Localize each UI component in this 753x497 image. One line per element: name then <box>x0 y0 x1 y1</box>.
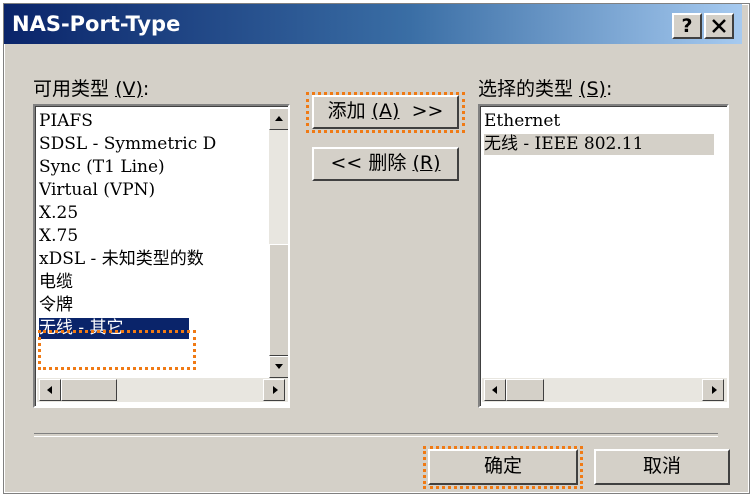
available-list-item[interactable]: SDSL - Symmetric D <box>39 134 265 155</box>
selected-list-item[interactable]: 无线 - IEEE 802.11 <box>484 134 714 155</box>
selected-types-label: 选择的类型 (S): <box>478 78 613 100</box>
available-hscrollbar[interactable] <box>37 378 288 402</box>
scroll-left-button[interactable] <box>484 379 506 401</box>
scroll-right-button[interactable] <box>263 379 285 401</box>
available-vscrollbar[interactable] <box>269 108 288 378</box>
arrow-left-icon <box>492 386 497 394</box>
selected-hscrollbar[interactable] <box>482 378 727 402</box>
close-icon <box>712 19 726 33</box>
ok-button[interactable]: 确定 <box>428 449 578 485</box>
title-bar[interactable]: NAS-Port-Type ? <box>4 4 742 44</box>
available-list-item[interactable]: Virtual (VPN) <box>39 180 265 201</box>
separator <box>34 433 718 437</box>
available-hscroll-thumb[interactable] <box>61 379 117 401</box>
arrow-left-icon <box>47 386 52 394</box>
scroll-left-button[interactable] <box>39 379 61 401</box>
available-list-item[interactable]: 无线 - 其它 <box>39 318 189 339</box>
available-list-item[interactable]: 电缆 <box>39 272 265 293</box>
scroll-up-button[interactable] <box>269 108 288 130</box>
available-list-item[interactable]: 令牌 <box>39 295 265 316</box>
available-list-item[interactable]: PIAFS <box>39 111 265 132</box>
available-vscroll-thumb[interactable] <box>269 244 288 356</box>
arrow-up-icon <box>275 116 283 121</box>
arrow-down-icon <box>275 364 283 369</box>
selected-types-list[interactable]: Ethernet 无线 - IEEE 802.11 <box>478 104 729 408</box>
selected-hscroll-thumb[interactable] <box>506 379 544 401</box>
window-title: NAS-Port-Type <box>12 12 181 36</box>
available-list-item[interactable]: X.25 <box>39 203 265 224</box>
available-types-list[interactable]: PIAFS SDSL - Symmetric D Sync (T1 Line) Vir… <box>33 104 290 408</box>
close-button[interactable] <box>704 13 734 39</box>
remove-button[interactable]: << 删除 (R) <box>312 147 459 181</box>
available-list-item[interactable]: Sync (T1 Line) <box>39 157 265 178</box>
help-button[interactable]: ? <box>672 13 702 39</box>
arrow-right-icon <box>273 386 278 394</box>
scroll-right-button[interactable] <box>702 379 724 401</box>
available-list-item[interactable]: xDSL - 未知类型的数 <box>39 249 265 270</box>
available-types-label: 可用类型 (V): <box>33 78 150 100</box>
arrow-right-icon <box>712 386 717 394</box>
selected-list-item[interactable]: Ethernet <box>484 111 724 132</box>
scroll-down-button[interactable] <box>269 356 288 378</box>
available-list-item[interactable]: X.75 <box>39 226 265 247</box>
add-button[interactable]: 添加 (A) >> <box>312 95 459 129</box>
cancel-button[interactable]: 取消 <box>594 449 730 485</box>
